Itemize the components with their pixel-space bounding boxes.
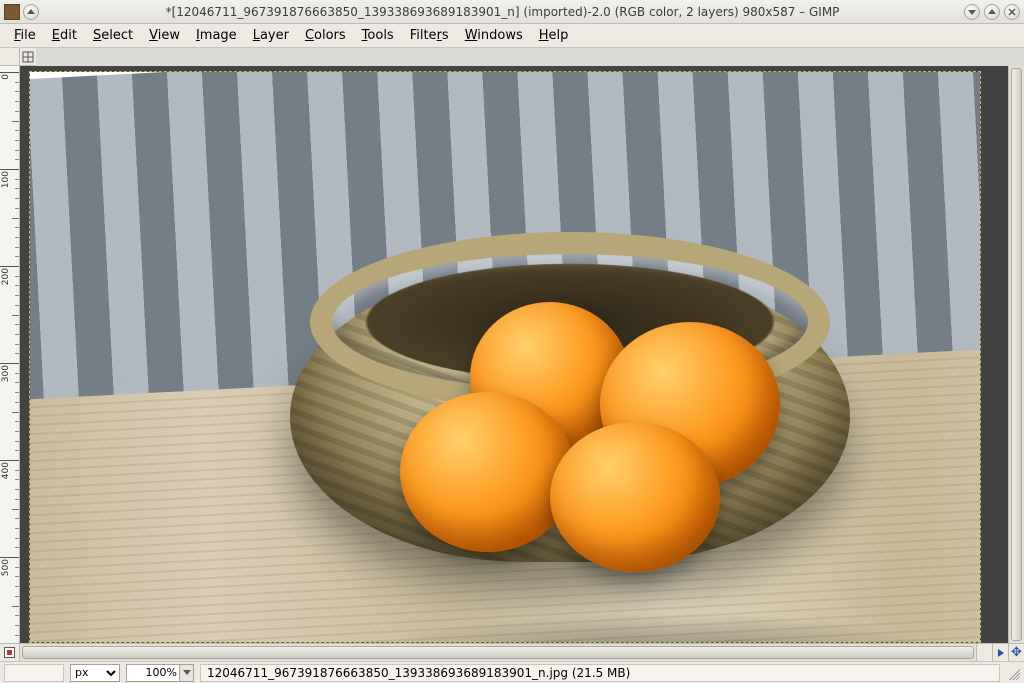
chevron-right-icon xyxy=(996,648,1006,658)
window-titlebar: *[12046711_967391876663850_1393386936891… xyxy=(0,0,1024,24)
zoom-fit-icon xyxy=(22,51,34,63)
menu-windows[interactable]: Windows xyxy=(457,26,531,45)
menu-help[interactable]: Help xyxy=(531,26,577,45)
orange-3 xyxy=(400,392,575,552)
vertical-scrollbar-thumb[interactable] xyxy=(1011,68,1022,641)
menu-filters[interactable]: Filters xyxy=(402,26,457,45)
menu-layer[interactable]: Layer xyxy=(245,26,297,45)
status-message: 12046711_967391876663850_139338693689183… xyxy=(200,664,1000,682)
horizontal-scrollbar-thumb[interactable] xyxy=(22,646,974,659)
zoom-dropdown[interactable] xyxy=(180,664,194,682)
menu-edit[interactable]: Edit xyxy=(44,26,85,45)
nav-right-button[interactable] xyxy=(992,643,1008,661)
app-icon xyxy=(4,4,20,20)
quick-mask-toggle[interactable] xyxy=(0,643,20,661)
bowl-shadow xyxy=(380,612,940,642)
rollup-icon xyxy=(27,8,35,16)
window-title: *[12046711_967391876663850_1393386936891… xyxy=(45,5,960,19)
canvas-viewport[interactable] xyxy=(20,66,1008,643)
menu-colors[interactable]: Colors xyxy=(297,26,354,45)
key-bowl xyxy=(290,212,850,572)
menu-view[interactable]: View xyxy=(141,26,188,45)
menu-image[interactable]: Image xyxy=(188,26,245,45)
resize-grip[interactable] xyxy=(1006,666,1020,680)
rollup-button[interactable] xyxy=(23,4,39,20)
status-bar: px 12046711_967391876663850_139338693689… xyxy=(0,661,1024,683)
menu-select[interactable]: Select xyxy=(85,26,141,45)
move-icon: ✥ xyxy=(1011,645,1022,660)
vertical-ruler[interactable]: 0100200300400500 xyxy=(0,66,20,643)
zoom-input[interactable] xyxy=(126,664,180,682)
canvas[interactable] xyxy=(30,72,980,642)
vertical-scrollbar[interactable] xyxy=(1008,66,1024,643)
menu-bar: File Edit Select View Image Layer Colors… xyxy=(0,24,1024,48)
maximize-button[interactable] xyxy=(984,4,1000,20)
quick-mask-icon xyxy=(4,647,15,658)
ruler-origin-corner[interactable] xyxy=(0,48,20,66)
maximize-icon xyxy=(988,8,996,16)
close-icon xyxy=(1008,8,1016,16)
menu-file[interactable]: File xyxy=(6,26,44,45)
close-button[interactable] xyxy=(1004,4,1020,20)
orange-4 xyxy=(550,422,720,572)
image-content xyxy=(30,72,980,642)
minimize-button[interactable] xyxy=(964,4,980,20)
zoom-fit-button[interactable] xyxy=(20,48,36,66)
unit-select[interactable]: px xyxy=(70,664,120,682)
nav-left-button[interactable] xyxy=(976,643,992,661)
menu-tools[interactable]: Tools xyxy=(354,26,402,45)
horizontal-scrollbar[interactable] xyxy=(20,643,976,661)
navigation-preview-button[interactable]: ✥ xyxy=(1008,643,1024,661)
pointer-position xyxy=(4,664,64,682)
minimize-icon xyxy=(968,8,976,16)
